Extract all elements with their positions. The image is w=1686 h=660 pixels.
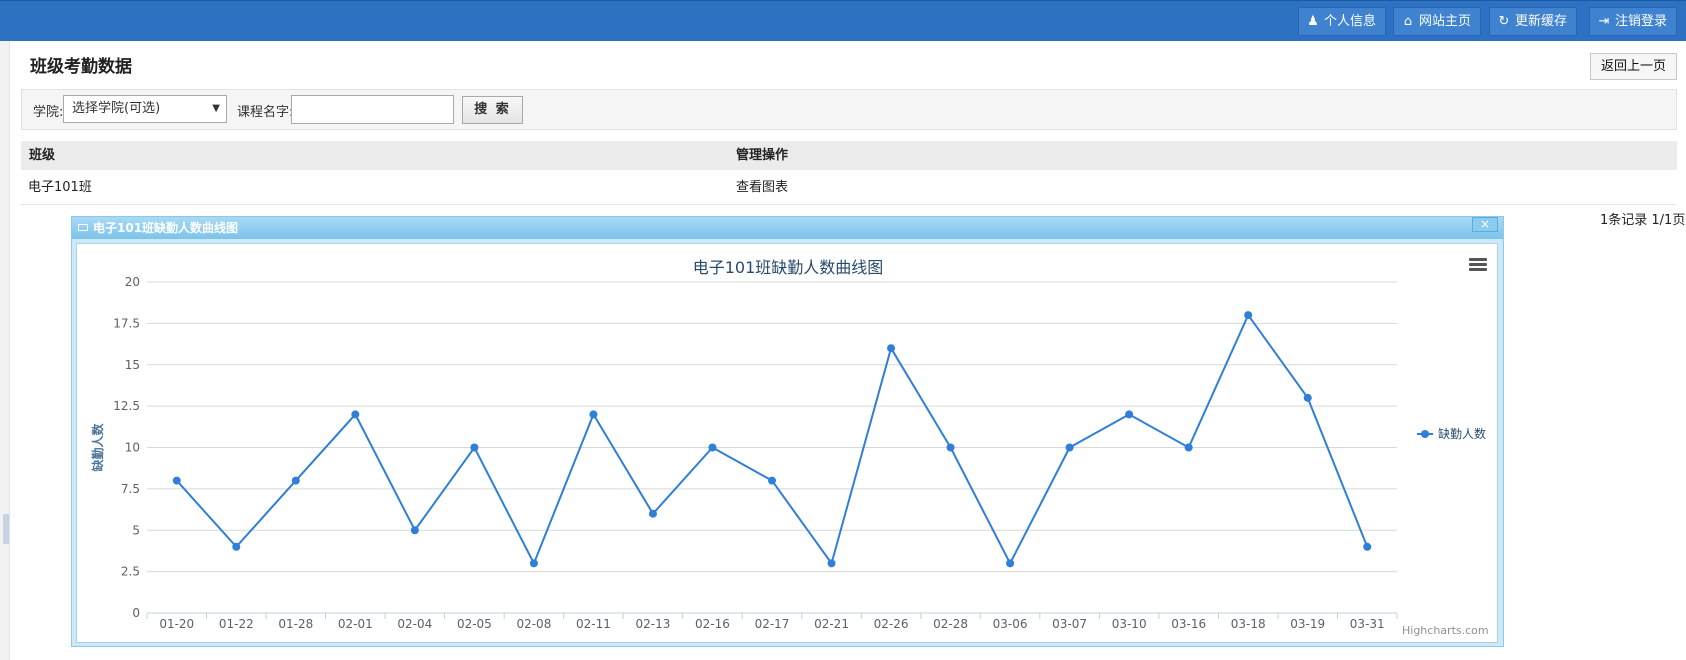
data-point (1303, 393, 1312, 402)
personal-info-label: 个人信息 (1324, 14, 1377, 29)
window-icon (78, 224, 88, 231)
data-point (708, 443, 717, 452)
data-point (291, 476, 300, 485)
logout-button[interactable]: ⇥ 注销登录 (1589, 7, 1678, 36)
y-tick-label: 17.5 (113, 316, 140, 330)
data-point (1006, 559, 1015, 568)
y-tick-label: 2.5 (121, 565, 140, 579)
data-point (648, 509, 657, 518)
column-header-actions: 管理操作 (736, 148, 789, 163)
personal-info-button[interactable]: ♟ 个人信息 (1298, 7, 1387, 36)
data-point (887, 344, 896, 353)
x-tick-label: 02-01 (338, 617, 373, 631)
chart-dialog: 电子101班缺勤人数曲线图 × 电子101班缺勤人数曲线图 0 2.5 5 7.5 10… (71, 216, 1504, 647)
x-tick-label: 03-19 (1290, 617, 1325, 631)
top-navbar: ♟ 个人信息 ⌂ 网站主页 ↻ 更新缓存 ⇥ 注销登录 (0, 0, 1686, 41)
y-axis-title: 缺勤人数 (90, 423, 105, 472)
back-button[interactable]: 返回上一页 (1590, 53, 1677, 80)
y-tick-label: 12.5 (113, 399, 140, 413)
y-tick-label: 15 (125, 358, 140, 372)
highcharts-credit[interactable]: Highcharts.com (1402, 624, 1489, 637)
left-sidebar-edge (0, 41, 10, 660)
home-icon: ⌂ (1403, 14, 1413, 29)
x-tick-label: 01-22 (219, 617, 254, 631)
data-point (827, 559, 836, 568)
x-tick-label: 03-16 (1171, 617, 1206, 631)
line-chart: 0 2.5 5 7.5 10 12.5 15 17.5 20 01-20 01-22 01-28 02-… (90, 275, 1486, 631)
x-tick-label: 02-05 (457, 617, 492, 631)
x-tick-label: 03-07 (1052, 617, 1087, 631)
pagination-info: 1条记录 1/1页 (1600, 213, 1686, 228)
x-tick-label: 02-11 (576, 617, 611, 631)
data-point (172, 476, 181, 485)
data-point (589, 410, 598, 419)
class-name-cell: 电子101班 (28, 180, 92, 195)
x-tick-label: 02-08 (516, 617, 551, 631)
college-select-value: 选择学院(可选) (72, 101, 161, 116)
refresh-cache-button[interactable]: ↻ 更新缓存 (1489, 7, 1578, 36)
x-tick-label: 01-20 (159, 617, 194, 631)
close-icon[interactable]: × (1472, 217, 1498, 232)
y-tick-label: 10 (125, 441, 140, 455)
data-point (232, 542, 241, 551)
dialog-titlebar[interactable]: 电子101班缺勤人数曲线图 (72, 217, 1503, 239)
logout-label: 注销登录 (1615, 14, 1668, 29)
data-point (1244, 311, 1253, 320)
data-point (946, 443, 955, 452)
course-name-label: 课程名字: (237, 105, 294, 120)
x-tick-label: 02-26 (874, 617, 909, 631)
column-header-class: 班级 (29, 148, 56, 163)
data-point (1065, 443, 1074, 452)
chart-container: 电子101班缺勤人数曲线图 0 2.5 5 7.5 10 12.5 15 17.5 20 01-2… (76, 243, 1498, 643)
dialog-title: 电子101班缺勤人数曲线图 (93, 221, 239, 235)
refresh-icon: ↻ (1498, 14, 1510, 29)
college-select[interactable]: 选择学院(可选) ▼ (63, 95, 227, 123)
x-tick-label: 02-21 (814, 617, 849, 631)
user-icon: ♟ (1307, 14, 1319, 29)
dropdown-arrow-icon: ▼ (212, 103, 220, 114)
x-tick-label: 02-17 (755, 617, 790, 631)
course-name-input[interactable] (291, 95, 454, 124)
x-tick-label: 02-28 (933, 617, 968, 631)
data-point (470, 443, 479, 452)
data-point (1125, 410, 1134, 419)
y-tick-label: 20 (125, 275, 140, 289)
x-tick-label: 03-06 (993, 617, 1028, 631)
search-button[interactable]: 搜 索 (462, 96, 523, 124)
y-tick-label: 0 (132, 606, 140, 620)
site-home-button[interactable]: ⌂ 网站主页 (1393, 7, 1482, 36)
sidebar-toggle-handle[interactable] (3, 514, 9, 544)
x-tick-label: 02-16 (695, 617, 730, 631)
data-point (1184, 443, 1193, 452)
view-chart-link[interactable]: 查看图表 (736, 172, 788, 204)
x-tick-label: 03-31 (1350, 617, 1385, 631)
x-tick-label: 01-28 (278, 617, 313, 631)
legend-marker (1421, 430, 1429, 438)
series-line (176, 313, 1369, 566)
data-point (1363, 542, 1372, 551)
page-title: 班级考勤数据 (30, 57, 132, 77)
table-row: 电子101班 查看图表 (21, 172, 1677, 205)
refresh-cache-label: 更新缓存 (1515, 14, 1568, 29)
y-tick-label: 5 (132, 523, 140, 537)
legend-item: 缺勤人数 (1438, 426, 1486, 441)
data-point (768, 476, 776, 485)
x-tick-label: 03-10 (1112, 617, 1147, 631)
x-tick-label: 02-04 (397, 617, 432, 631)
data-point (529, 559, 538, 568)
logout-icon: ⇥ (1598, 14, 1610, 29)
y-tick-label: 7.5 (121, 482, 140, 496)
x-tick-label: 03-18 (1231, 617, 1266, 631)
data-point (351, 410, 360, 419)
site-home-label: 网站主页 (1419, 14, 1472, 29)
college-label: 学院: (33, 105, 64, 120)
data-point (410, 526, 419, 535)
table-header: 班级 管理操作 (21, 141, 1677, 170)
x-tick-label: 02-13 (636, 617, 671, 631)
